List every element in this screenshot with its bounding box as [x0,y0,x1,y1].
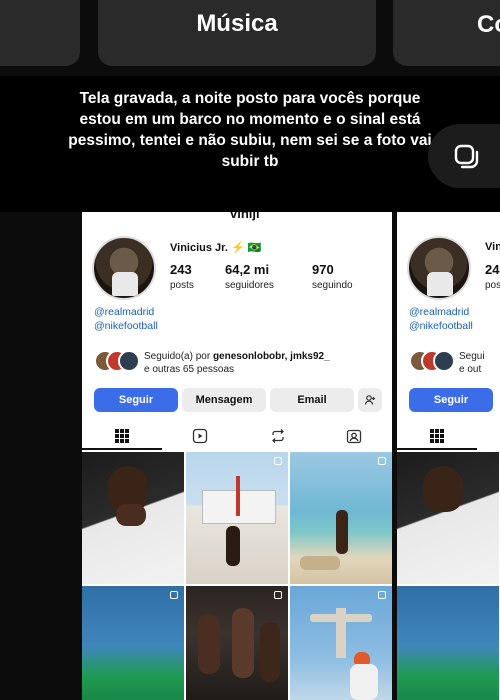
display-name: Vin [485,241,500,253]
photo-thumbnail[interactable] [397,586,499,700]
stat-value: 24 [485,262,500,277]
profile-tabs [397,422,500,450]
follow-button[interactable]: Seguir [94,388,178,412]
email-button[interactable]: Email [270,388,354,412]
followed-by-row[interactable]: Segui e out [409,350,500,380]
bio-link[interactable]: @realmadrid [94,306,154,318]
category-label: Música [196,10,278,37]
bio-link[interactable]: @nikefootball [409,320,473,332]
repost-icon [272,429,284,443]
category-pill-left[interactable] [0,0,80,66]
stat-followers[interactable]: 64,2 mi seguidores [225,262,274,291]
reel-badge-icon [274,591,282,599]
display-name: Vinicius Jr. ⚡️ 🇧🇷 [170,242,262,254]
reel-badge-icon [170,591,178,599]
stat-following[interactable]: 970 seguindo [312,262,353,291]
followed-suffix: e outras 65 pessoas [144,364,235,375]
reel-badge-icon [378,591,386,599]
add-person-icon [364,395,375,405]
photo-thumbnail[interactable] [82,586,184,700]
avatar[interactable] [407,236,471,300]
stat-posts[interactable]: 24 pos [485,262,500,291]
followed-by-row[interactable]: Seguido(a) por genesonlobobr, jmks92_ e … [94,350,392,380]
follow-button[interactable]: Seguir [409,388,493,412]
copy-button[interactable] [428,124,500,188]
photo-thumbnail[interactable] [397,452,499,584]
profile-tabs [82,422,392,450]
tab-reposts[interactable] [268,426,288,446]
followed-prefix: Seguido(a) por [144,351,213,362]
category-pill-music[interactable]: Música [98,0,376,66]
stat-posts[interactable]: 243 posts [170,262,194,291]
caption-text: Tela gravada, a noite posto para vocês p… [68,90,432,170]
stat-label: posts [170,280,194,291]
stat-label: pos [485,280,500,291]
grid-icon [115,429,129,443]
active-tab-indicator [397,448,477,450]
profile-screenshot[interactable]: viniji Vinicius Jr. ⚡️ 🇧🇷 243 posts 64,2… [82,200,392,700]
stat-value: 64,2 mi [225,262,270,277]
followed-prefix: Segui [459,351,485,362]
message-button[interactable]: Mensagem [182,388,266,412]
photo-thumbnail[interactable] [186,586,288,700]
active-tab-indicator [82,448,162,450]
reels-icon [192,428,208,444]
bio-link[interactable]: @realmadrid [409,306,469,318]
reel-badge-icon [378,457,386,465]
add-person-button[interactable] [358,388,382,412]
tab-grid[interactable] [112,426,132,446]
photo-thumbnail[interactable] [82,452,184,584]
avatar[interactable] [92,236,156,300]
tab-reels[interactable] [190,426,210,446]
stat-value: 970 [312,262,334,277]
follower-avatar [433,350,455,372]
grid-icon [430,429,444,443]
stat-label: seguindo [312,280,353,291]
copy-icon [454,144,479,169]
photo-thumbnail[interactable] [186,452,288,584]
bio-link[interactable]: @nikefootball [94,320,158,332]
followed-names: genesonlobobr, jmks92_ [212,351,330,362]
stat-label: seguidores [225,280,274,291]
tagged-icon [346,429,362,444]
screen: Música Co viniji Vinicius Jr. ⚡️ 🇧🇷 243 … [0,0,500,700]
category-label: Co [477,11,500,38]
photo-thumbnail[interactable] [290,452,392,584]
reel-badge-icon [274,457,282,465]
category-pill-right[interactable]: Co [393,0,500,66]
story-caption: Tela gravada, a noite posto para vocês p… [0,76,500,212]
stat-value: 243 [170,262,192,277]
followed-by-text: Segui e out [459,350,500,376]
photo-thumbnail[interactable] [290,586,392,700]
tab-grid[interactable] [427,426,447,446]
follower-avatar [118,350,140,372]
followed-by-text: Seguido(a) por genesonlobobr, jmks92_ e … [144,350,392,376]
tab-tagged[interactable] [344,426,364,446]
profile-screenshot-partial[interactable]: Vin 24 pos @realmadrid @nikefootball Seg… [397,200,500,700]
followed-suffix: e out [459,364,482,375]
